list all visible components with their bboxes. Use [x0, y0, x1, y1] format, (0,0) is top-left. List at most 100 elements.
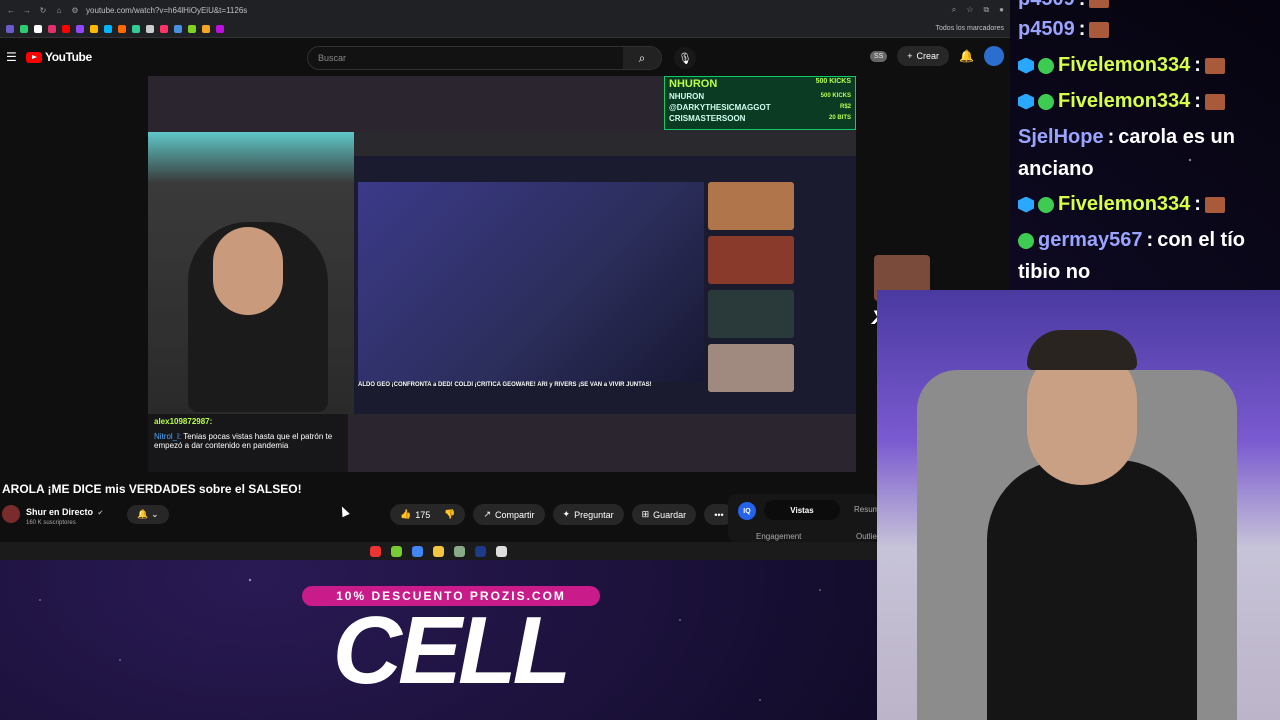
address-bar: ← → ↻ ⌂ ⚙ youtube.com/watch?v=h64lHiOyEi…	[0, 0, 1010, 20]
webcam-body	[987, 460, 1197, 720]
bookmark-icon[interactable]	[146, 24, 154, 33]
tab-resumen[interactable]: Resum	[854, 505, 879, 514]
alert-row-value: 20 BITS	[828, 115, 851, 121]
zoom-icon[interactable]: ⌕	[952, 5, 956, 15]
all-bookmarks-link[interactable]: Todos los marcadores	[936, 25, 1004, 32]
search-button[interactable]: ⌕	[623, 47, 661, 69]
chat-user: p4509	[1018, 0, 1075, 11]
bookmark-icon[interactable]	[34, 24, 42, 33]
bookmark-icon[interactable]	[188, 24, 196, 33]
shared-screen: ALDO GEO ¡CONFRONTA a DED! COLDI ¡CRITIC…	[354, 132, 856, 414]
back-icon[interactable]: ←	[6, 6, 16, 15]
alert-header: NHURON 500 KICKS	[665, 77, 855, 91]
share-icon: ↗	[483, 509, 492, 519]
chat-separator: :	[1079, 0, 1086, 11]
extensions-icon[interactable]: ⧉	[983, 5, 989, 15]
app-icon[interactable]	[370, 545, 381, 557]
profile-icon[interactable]: ●	[999, 5, 1004, 15]
more-icon: •••	[714, 509, 724, 520]
thumbnail	[708, 290, 794, 338]
emote-icon	[1204, 93, 1225, 110]
overlay-chat-message: Tenias pocas vistas hasta que el patrón …	[154, 432, 333, 450]
search-input[interactable]: Buscar ⌕	[307, 46, 662, 70]
donation-alert: NHURON 500 KICKS NHURON 500 KICKS @DARKYT…	[664, 76, 856, 130]
thumbs-up-icon: 👍	[400, 509, 412, 519]
chat-separator: :	[1146, 229, 1154, 251]
alert-row: NHURON 500 KICKS	[665, 91, 855, 102]
verified-icon: ✔	[97, 510, 104, 517]
chat-user: SjelHope	[1018, 126, 1104, 148]
create-button[interactable]: + Crear	[897, 46, 950, 66]
avatar[interactable]	[984, 46, 1004, 66]
engagement-label: Engagement	[756, 532, 802, 541]
like-button[interactable]: 👍 175 👎	[390, 504, 466, 525]
shared-video-title: ALDO GEO ¡CONFRONTA a DED! COLDI ¡CRITIC…	[358, 382, 652, 388]
bookmark-icon[interactable]	[216, 24, 224, 33]
dislike-icon[interactable]: 👎	[444, 509, 455, 520]
bookmark-icon[interactable]	[160, 24, 168, 33]
outlier-label: Outlie	[856, 532, 877, 541]
alert-row-name: @DARKYTHESICMAGGOT	[669, 103, 771, 112]
chat-message: tibio no	[1018, 261, 1090, 284]
channel-text: Shur en Directo ✔ 160 K suscriptores	[26, 502, 103, 526]
emote-icon	[1204, 57, 1225, 74]
youtube-logo[interactable]: YouTube	[26, 50, 92, 64]
badge-icon	[1038, 196, 1054, 213]
save-icon: ⊞	[641, 509, 650, 519]
chrome-icon[interactable]	[412, 545, 423, 557]
save-button[interactable]: ⊞ Guardar	[631, 504, 697, 525]
bookmark-star-icon[interactable]: ☆	[966, 5, 973, 15]
alert-row: @DARKYTHESICMAGGOT R$2	[665, 102, 855, 113]
video-player[interactable]: ALDO GEO ¡CONFRONTA a DED! COLDI ¡CRITIC…	[148, 76, 856, 472]
bookmarks-bar: Todos los marcadores	[0, 20, 1010, 38]
chat-message: p4509:	[1018, 18, 1110, 41]
bookmark-icon[interactable]	[118, 24, 126, 33]
share-button[interactable]: ↗ Compartir	[473, 504, 545, 525]
bookmark-icon[interactable]	[90, 24, 98, 33]
chat-user: Fivelemon334	[1058, 54, 1191, 76]
bookmark-icon[interactable]	[20, 24, 28, 33]
chat-user: Fivelemon334	[1058, 193, 1191, 215]
url-field[interactable]: youtube.com/watch?v=h64lHiOyEiU&t=1126s	[86, 6, 946, 15]
webcam-feed	[877, 290, 1280, 720]
plus-icon: +	[907, 51, 913, 61]
subscribe-bell-button[interactable]: 🔔 ⌄	[127, 504, 169, 524]
photoshop-icon[interactable]	[475, 545, 486, 557]
chat-separator: :	[1107, 126, 1115, 148]
save-label: Guardar	[653, 509, 687, 520]
home-icon[interactable]: ⌂	[54, 6, 64, 15]
reload-icon[interactable]: ↻	[38, 6, 48, 15]
bookmark-icon[interactable]	[76, 24, 84, 33]
bookmark-icon[interactable]	[132, 24, 140, 33]
menu-icon[interactable]: ☰	[6, 50, 26, 64]
notifications-bell-icon[interactable]: 🔔	[959, 49, 974, 63]
badge-icon	[1018, 93, 1034, 110]
bookmark-icon[interactable]	[62, 24, 70, 33]
overlay-chat-user: alex109872987:	[154, 417, 213, 426]
bookmark-icon[interactable]	[48, 24, 56, 33]
chat-text: anciano	[1018, 158, 1094, 180]
emote-icon	[1204, 196, 1225, 213]
search-icon: ⌕	[638, 50, 646, 65]
ask-button[interactable]: ✦ Preguntar	[552, 504, 624, 525]
bookmark-icon[interactable]	[202, 24, 210, 33]
app-icon[interactable]	[496, 545, 507, 557]
chat-text: carola es un	[1118, 126, 1235, 148]
app-icon[interactable]	[454, 545, 465, 557]
ss-badge[interactable]: SS	[869, 50, 888, 62]
stream-chat: p4509: p4509: Fivelemon334: Fivelemon334…	[1014, 0, 1280, 290]
channel-name[interactable]: Shur en Directo	[26, 507, 93, 517]
mic-icon[interactable]: 🎙	[674, 47, 696, 69]
forward-icon[interactable]: →	[22, 6, 32, 15]
folder-icon[interactable]	[433, 545, 444, 557]
tab-vistas[interactable]: Vistas	[764, 500, 840, 520]
mouse-cursor-icon	[338, 504, 350, 518]
bookmark-icon[interactable]	[174, 24, 182, 33]
bookmark-icon[interactable]	[6, 24, 14, 33]
bookmark-icon[interactable]	[104, 24, 112, 33]
thumbnail	[708, 344, 794, 392]
iq-icon[interactable]: IQ	[738, 502, 756, 520]
site-info-icon[interactable]: ⚙	[70, 6, 80, 15]
channel-avatar[interactable]	[2, 505, 20, 523]
app-icon[interactable]	[391, 545, 402, 557]
